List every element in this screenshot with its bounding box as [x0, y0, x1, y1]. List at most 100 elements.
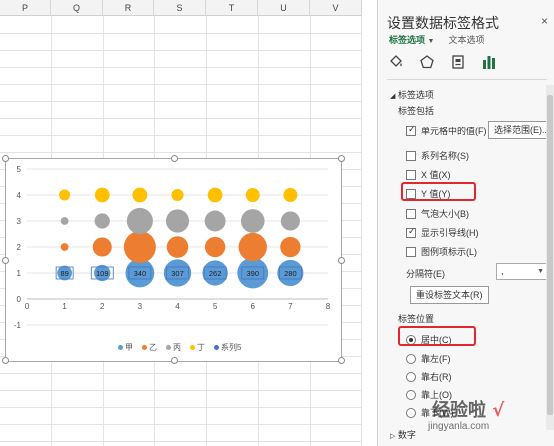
gridline-horizontal: [0, 101, 362, 102]
y-tick-label: 1: [17, 269, 22, 278]
resize-handle-top[interactable]: [171, 155, 178, 162]
leader-lines-label: 显示引导线(H): [421, 228, 479, 238]
x-value-checkbox[interactable]: [406, 169, 416, 180]
legend-item-ding: 丁: [190, 342, 205, 353]
bubble-丙: [60, 217, 69, 225]
chart-legend[interactable]: 甲 乙 丙 丁 系列5: [118, 342, 241, 353]
leader-lines-checkbox[interactable]: [406, 226, 416, 238]
position-right[interactable]: 靠右(R): [406, 370, 452, 383]
separator-select[interactable]: , ▼: [496, 263, 549, 280]
column-header-t[interactable]: T: [206, 0, 258, 16]
data-label: 390: [246, 269, 259, 278]
x-tick-label: 2: [100, 302, 105, 311]
chevron-down-icon: ▼: [537, 268, 544, 275]
resize-handle-top-right[interactable]: [338, 155, 345, 162]
gridline-horizontal: [0, 373, 362, 374]
highlight-y-value: [401, 182, 476, 201]
right-radio[interactable]: [406, 371, 416, 382]
data-label: 307: [171, 269, 184, 278]
bubble-丙: [240, 209, 265, 233]
legend-item-series5: 系列5: [214, 342, 241, 353]
resize-handle-bottom-right[interactable]: [338, 357, 345, 364]
option-bubble-size[interactable]: 气泡大小(B): [406, 207, 469, 220]
bubble-乙: [92, 237, 112, 257]
option-legend-key[interactable]: 图例项标示(L): [406, 245, 477, 258]
x-tick-label: 0: [25, 302, 30, 311]
above-radio[interactable]: [406, 389, 416, 400]
column-header-v[interactable]: V: [310, 0, 362, 16]
option-x-value[interactable]: X 值(X): [406, 168, 451, 181]
spreadsheet-area[interactable]: P Q R S T U V -1 0 1 2 3 4 5 0 1 2 3 4 5 6 7 8 89 109 340 3…: [0, 0, 362, 446]
x-tick-label: 8: [326, 302, 331, 311]
option-icon-row: [387, 53, 498, 71]
fill-icon[interactable]: [387, 53, 405, 71]
y-tick-label: -1: [14, 321, 22, 330]
legend-key-checkbox[interactable]: [406, 246, 416, 257]
resize-handle-bottom[interactable]: [171, 357, 178, 364]
cell-value-checkbox[interactable]: [406, 124, 416, 136]
option-series-name[interactable]: 系列名称(S): [406, 149, 469, 162]
gridline-horizontal: [0, 441, 362, 442]
format-data-labels-pane: 设置数据标签格式 × 标签选项 ▼ 文本选项 ◢ 标签选项 标签包括 单元格中的…: [377, 0, 554, 446]
section-divider: [387, 79, 547, 80]
bubble-丁: [283, 188, 298, 202]
pentagon-icon[interactable]: [418, 53, 436, 71]
select-range-button[interactable]: 选择范围(E)...: [488, 121, 554, 139]
tab-text-options[interactable]: 文本选项: [448, 33, 484, 46]
section-label-options[interactable]: ◢ 标签选项: [390, 88, 434, 101]
gridline-horizontal: [0, 424, 362, 425]
legend-item-yi: 乙: [142, 342, 157, 353]
resize-handle-top-left[interactable]: [2, 155, 9, 162]
left-label: 靠左(F): [421, 354, 451, 364]
gridline-horizontal: [0, 84, 362, 85]
resize-handle-left[interactable]: [2, 257, 9, 264]
bubble-乙: [204, 236, 226, 258]
series-name-label: 系列名称(S): [421, 151, 469, 161]
bubble-乙: [280, 236, 301, 258]
right-label: 靠右(R): [421, 372, 452, 382]
bar-chart-icon[interactable]: [480, 53, 498, 71]
data-label: 109: [96, 269, 109, 278]
size-properties-icon[interactable]: [449, 53, 467, 71]
bubble-size-checkbox[interactable]: [406, 208, 416, 219]
series-name-checkbox[interactable]: [406, 150, 416, 161]
column-header-s[interactable]: S: [154, 0, 206, 16]
close-icon[interactable]: ×: [541, 14, 548, 28]
left-radio[interactable]: [406, 353, 416, 364]
bubble-丙: [94, 213, 110, 229]
bubble-丁: [245, 188, 260, 202]
gridline-horizontal: [0, 135, 362, 136]
bubble-丁: [171, 188, 184, 202]
data-label: 340: [134, 269, 147, 278]
reset-label-text-button[interactable]: 重设标签文本(R): [410, 286, 489, 304]
y-tick-label: 3: [17, 217, 22, 226]
x-tick-label: 1: [62, 302, 67, 311]
column-header-u[interactable]: U: [258, 0, 310, 16]
tab-label-options[interactable]: 标签选项 ▼: [389, 33, 434, 46]
bubble-丙: [280, 211, 300, 231]
label-position-heading: 标签位置: [398, 314, 435, 324]
column-header-p[interactable]: P: [0, 0, 51, 16]
position-left[interactable]: 靠左(F): [406, 352, 451, 365]
column-header-q[interactable]: Q: [51, 0, 103, 16]
bubble-乙: [238, 232, 267, 262]
resize-handle-bottom-left[interactable]: [2, 357, 9, 364]
x-tick-label: 7: [288, 302, 293, 311]
pane-tabs: 标签选项 ▼ 文本选项: [389, 33, 484, 46]
watermark-logo: 经验啦 √: [432, 400, 505, 421]
bubble-丁: [59, 189, 71, 201]
chevron-down-icon[interactable]: ▼: [428, 38, 435, 45]
option-leader-lines[interactable]: 显示引导线(H): [406, 226, 479, 239]
bubble-chart[interactable]: -1 0 1 2 3 4 5 0 1 2 3 4 5 6 7 8 89 109 340 307 262 390 280 甲 …: [2, 155, 345, 364]
x-tick-label: 3: [138, 302, 143, 311]
below-radio[interactable]: [406, 407, 416, 418]
section-number[interactable]: ▷ 数字: [390, 428, 416, 441]
pane-scrollbar-thumb[interactable]: [547, 95, 553, 415]
separator-label: 分隔符(E): [406, 269, 445, 279]
option-cell-value[interactable]: 单元格中的值(F): [406, 124, 491, 137]
resize-handle-right[interactable]: [338, 257, 345, 264]
bubble-丙: [165, 209, 190, 233]
label-contains-heading: 标签包括: [398, 106, 435, 116]
column-header-r[interactable]: R: [103, 0, 154, 16]
separator-value: ,: [501, 266, 504, 276]
